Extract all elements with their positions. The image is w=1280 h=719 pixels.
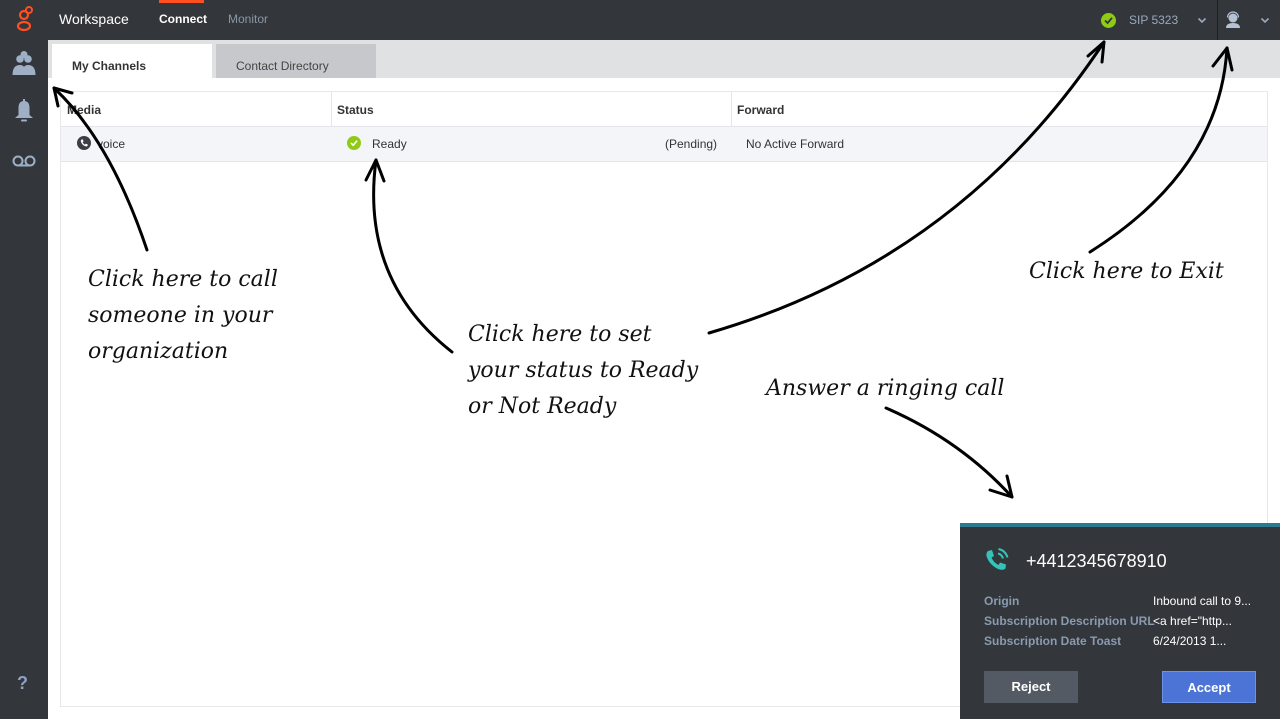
- media-cell: voice: [97, 137, 126, 151]
- topbar-divider: [1217, 0, 1218, 40]
- annotation-line: organization: [88, 339, 229, 364]
- tab-my-channels[interactable]: My Channels: [52, 44, 212, 78]
- nav-tab-connect[interactable]: Connect: [159, 12, 207, 26]
- status-pending-note: (Pending): [665, 137, 718, 151]
- ringing-phone-icon: [986, 548, 1009, 570]
- annotation-answer-call: Answer a ringing call: [766, 376, 1005, 401]
- field-label: Subscription Date Toast: [984, 634, 1122, 648]
- annotation-line: Click here to call: [88, 267, 278, 292]
- column-header-forward[interactable]: Forward: [737, 103, 784, 117]
- contacts-icon[interactable]: [11, 50, 37, 76]
- channel-tabs: My Channels Contact Directory: [48, 40, 1280, 78]
- left-sidebar: ?: [0, 40, 48, 719]
- annotation-line: someone in your: [88, 303, 273, 328]
- accept-call-button[interactable]: Accept: [1162, 671, 1256, 703]
- top-bar: Workspace Connect Monitor SIP 5323: [0, 0, 1280, 40]
- field-label: Origin: [984, 594, 1020, 608]
- annotation-line: or Not Ready: [468, 394, 617, 419]
- status-menu-chevron-down-icon[interactable]: [1196, 14, 1208, 26]
- sip-status-label[interactable]: SIP 5323: [1129, 13, 1178, 27]
- incoming-call-toast: +4412345678910 Origin Inbound call to 9.…: [960, 523, 1280, 719]
- column-header-status[interactable]: Status: [337, 103, 374, 117]
- field-value: Inbound call to 9...: [1153, 594, 1252, 608]
- active-nav-indicator: [159, 0, 204, 3]
- app-root: Workspace Connect Monitor SIP 5323 ? My …: [0, 0, 1280, 719]
- forward-cell[interactable]: No Active Forward: [746, 137, 844, 151]
- voicemail-icon[interactable]: [11, 148, 37, 174]
- user-menu-chevron-down-icon[interactable]: [1259, 14, 1271, 26]
- notifications-bell-icon[interactable]: [11, 98, 37, 124]
- annotation-line: your status to Ready: [468, 358, 699, 383]
- caller-number: +4412345678910: [1026, 551, 1167, 571]
- annotation-set-status: Click here to set your status to Ready o…: [468, 317, 698, 425]
- column-header-media[interactable]: Media: [67, 103, 101, 117]
- reject-call-button[interactable]: Reject: [984, 671, 1078, 703]
- status-cell[interactable]: Ready: [372, 137, 407, 151]
- help-icon[interactable]: ?: [17, 673, 28, 694]
- ready-status-icon[interactable]: [347, 136, 361, 150]
- voice-phone-icon: [77, 136, 91, 150]
- field-value: 6/24/2013 1...: [1153, 634, 1227, 648]
- agent-status-ready-icon[interactable]: [1101, 13, 1116, 28]
- user-agent-icon[interactable]: [1224, 11, 1242, 29]
- grid-header: Media Status Forward: [61, 92, 1267, 127]
- app-title: Workspace: [59, 11, 129, 27]
- field-value: <a href="http...: [1153, 614, 1232, 628]
- genesys-logo-icon: [16, 6, 33, 32]
- annotation-exit: Click here to Exit: [1029, 259, 1224, 284]
- table-row-voice[interactable]: voice Ready (Pending) No Active Forward: [61, 127, 1267, 162]
- tab-contact-directory[interactable]: Contact Directory: [216, 44, 376, 78]
- annotation-line: Click here to set: [468, 322, 652, 347]
- field-label: Subscription Description URL: [984, 614, 1155, 628]
- annotation-call-someone: Click here to call someone in your organ…: [88, 262, 278, 370]
- nav-tab-monitor[interactable]: Monitor: [228, 12, 268, 26]
